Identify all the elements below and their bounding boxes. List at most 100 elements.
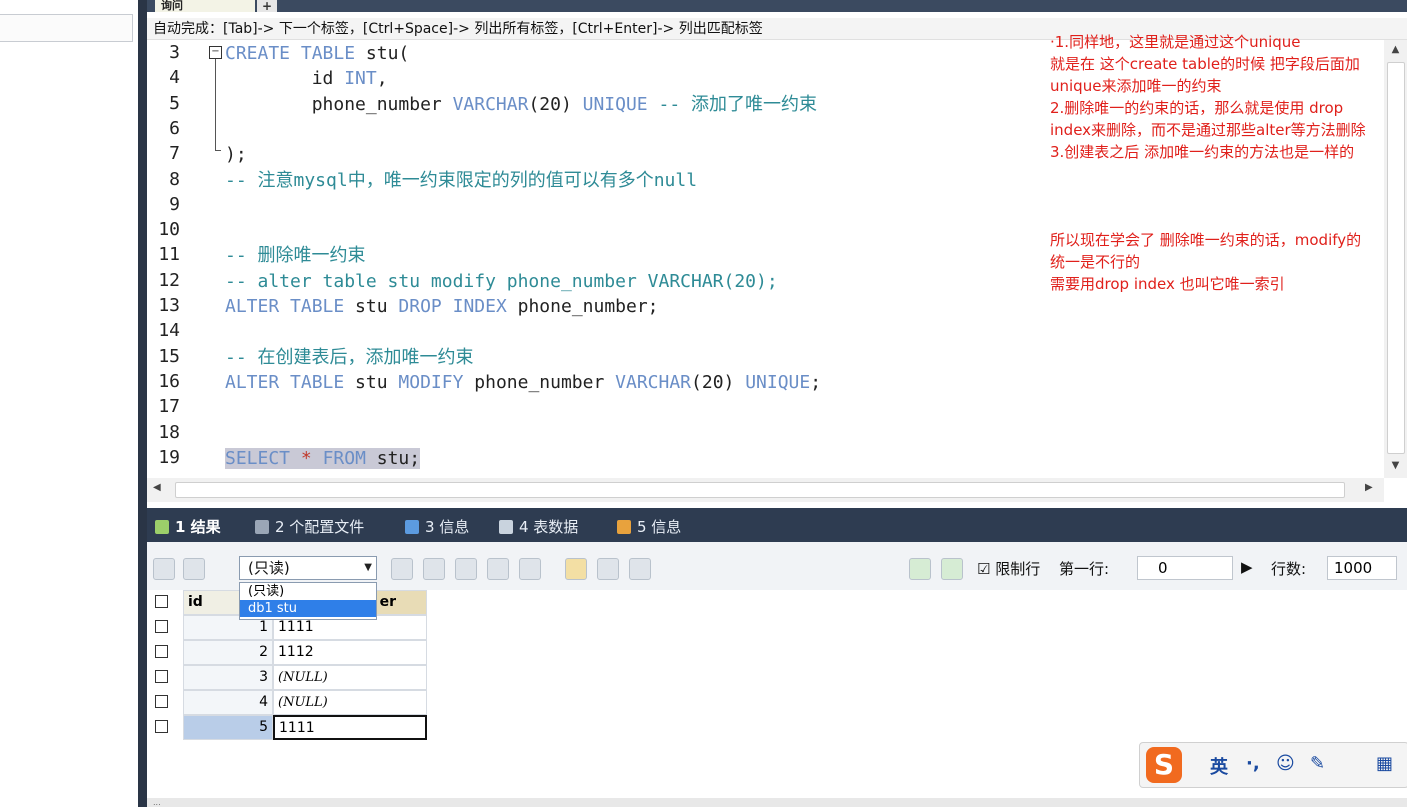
- code-token: [311, 447, 323, 469]
- code-line: id INT,: [225, 67, 388, 91]
- row-checkbox[interactable]: [155, 720, 168, 733]
- cell-phone[interactable]: 1111: [273, 715, 427, 740]
- readonly-dropdown[interactable]: (只读) db1 stu: [239, 582, 377, 620]
- result-tab[interactable]: 2 个配置文件: [255, 516, 364, 537]
- refresh-icon[interactable]: [391, 558, 413, 580]
- result-tab[interactable]: 3 信息: [405, 516, 469, 537]
- line-number-gutter: 3 4 5 6 7 8 9 10 11 12 13 14 15 16 17 18 19: [147, 40, 207, 478]
- code-token: (20): [528, 93, 583, 115]
- cell-phone[interactable]: (NULL): [273, 665, 427, 690]
- dropdown-option-db1-stu[interactable]: db1 stu: [240, 600, 376, 617]
- filter-icon[interactable]: [909, 558, 931, 580]
- code-line: );: [225, 143, 247, 167]
- ime-lang-toggle[interactable]: 英: [1210, 753, 1228, 779]
- line-number: 3: [169, 42, 180, 63]
- code-token: id: [225, 68, 345, 90]
- note-line: ·1.同样地，这里就是通过这个unique: [1050, 33, 1301, 51]
- table-data-icon: [499, 520, 513, 534]
- line-number: 16: [158, 370, 180, 392]
- code-token: MODIFY: [398, 371, 464, 393]
- chevron-down-icon: ▼: [364, 562, 372, 573]
- note-line: 统一是不行的: [1050, 253, 1141, 271]
- scroll-left-icon[interactable]: ◀: [153, 482, 161, 493]
- limit-rows-checkbox[interactable]: ☑ 限制行: [977, 558, 1040, 579]
- result-tab-label: 2 个配置文件: [275, 518, 365, 536]
- readonly-select[interactable]: (只读) ▼: [239, 556, 377, 580]
- ime-pen-icon[interactable]: ✎: [1310, 753, 1325, 774]
- form-view-icon[interactable]: [597, 558, 619, 580]
- copy-row-icon[interactable]: [423, 558, 445, 580]
- code-token: ,: [376, 68, 388, 90]
- code-line: ALTER TABLE stu MODIFY phone_number VARC…: [225, 371, 821, 395]
- cell-phone[interactable]: (NULL): [273, 690, 427, 715]
- code-token: -- 删除唯一约束: [225, 245, 366, 267]
- scroll-right-icon[interactable]: ▶: [1365, 482, 1373, 493]
- cell-id[interactable]: 2: [183, 640, 273, 665]
- add-tab-button[interactable]: +: [257, 0, 277, 12]
- result-tabs: 1 结果 2 个配置文件 3 信息 4 表数据 5 信息: [147, 508, 1407, 542]
- scroll-up-icon[interactable]: ▲: [1384, 44, 1407, 55]
- row-checkbox[interactable]: [155, 645, 168, 658]
- code-token: ALTER: [225, 296, 280, 317]
- ime-grid-icon[interactable]: ▦: [1376, 753, 1393, 774]
- note-line: 需要用drop index 也叫它唯一索引: [1050, 275, 1285, 293]
- query-tab[interactable]: 询问: [155, 0, 255, 12]
- line-number: 18: [158, 421, 180, 443]
- delete-icon[interactable]: [487, 558, 509, 580]
- fold-toggle-icon[interactable]: −: [209, 46, 222, 59]
- save-icon[interactable]: [455, 558, 477, 580]
- line-number: 10: [158, 219, 180, 241]
- select-all-checkbox[interactable]: [155, 595, 168, 608]
- scroll-thumb[interactable]: [1387, 62, 1405, 454]
- code-line: CREATE TABLE stu(: [225, 42, 409, 66]
- export-icon[interactable]: [153, 558, 175, 580]
- object-browser-filter[interactable]: [0, 14, 133, 42]
- sql-editor[interactable]: 3 4 5 6 7 8 9 10 11 12 13 14 15 16 17 18 19 − CREATE TAB…: [147, 33, 1384, 478]
- note-line: 所以现在学会了 删除唯一约束的话，modify的: [1050, 231, 1362, 249]
- reset-filter-icon[interactable]: [941, 558, 963, 580]
- ime-toolbar[interactable]: S 英 ·, ☺ ✎ ▦: [1139, 742, 1407, 788]
- code-token: UNIQUE: [745, 371, 811, 393]
- row-checkbox[interactable]: [155, 620, 168, 633]
- info2-icon: [617, 520, 631, 534]
- code-line: ALTER TABLE stu DROP INDEX phone_number;: [225, 295, 659, 319]
- editor-horizontal-scrollbar[interactable]: ◀ ▶: [147, 478, 1384, 502]
- row-checkbox[interactable]: [155, 670, 168, 683]
- cell-id[interactable]: 5: [183, 715, 273, 740]
- result-tab[interactable]: 1 结果: [155, 516, 221, 537]
- dropdown-option[interactable]: (只读): [240, 583, 376, 600]
- rows-input[interactable]: 1000: [1327, 556, 1397, 580]
- line-number: 8: [169, 168, 180, 190]
- cell-phone[interactable]: 1112: [273, 640, 427, 665]
- note-line: 2.删除唯一的约束的话，那么就是使用 drop: [1050, 99, 1344, 117]
- code-token: -- 添加了唯一约束: [658, 93, 818, 115]
- panel-splitter[interactable]: [138, 0, 147, 807]
- text-view-icon[interactable]: [629, 558, 651, 580]
- code-token: phone_number;: [506, 296, 659, 317]
- code-line: -- 在创建表后，添加唯一约束: [225, 346, 474, 370]
- next-page-icon[interactable]: ▶: [1241, 558, 1253, 576]
- code-token: phone_number: [463, 371, 616, 393]
- result-tab[interactable]: 5 信息: [617, 516, 681, 537]
- editor-tabstrip: 询问 +: [147, 0, 1407, 12]
- row-checkbox[interactable]: [155, 695, 168, 708]
- ime-punct-toggle[interactable]: ·,: [1246, 753, 1260, 774]
- cell-id[interactable]: 4: [183, 690, 273, 715]
- hscroll-thumb[interactable]: [175, 482, 1345, 498]
- scroll-down-icon[interactable]: ▼: [1384, 460, 1407, 471]
- code-token: CREATE: [225, 43, 291, 64]
- cell-id[interactable]: 3: [183, 665, 273, 690]
- code-token: phone_number: [225, 93, 453, 115]
- code-fold[interactable]: −: [209, 46, 222, 156]
- import-icon[interactable]: [183, 558, 205, 580]
- cancel-changes-icon[interactable]: [519, 558, 541, 580]
- ime-emoji-icon[interactable]: ☺: [1276, 753, 1295, 774]
- code-token: -- 注意mysql中，唯一约束限定的列的值可以有多个null: [225, 169, 698, 191]
- result-tab[interactable]: 4 表数据: [499, 516, 578, 537]
- grid-view-icon[interactable]: [565, 558, 587, 580]
- note-line: index来删除，而不是通过那些alter等方法删除: [1050, 121, 1366, 139]
- first-row-input[interactable]: 0: [1137, 556, 1233, 580]
- line-number: 4: [169, 67, 180, 89]
- editor-vertical-scrollbar[interactable]: ▲ ▼: [1384, 40, 1407, 478]
